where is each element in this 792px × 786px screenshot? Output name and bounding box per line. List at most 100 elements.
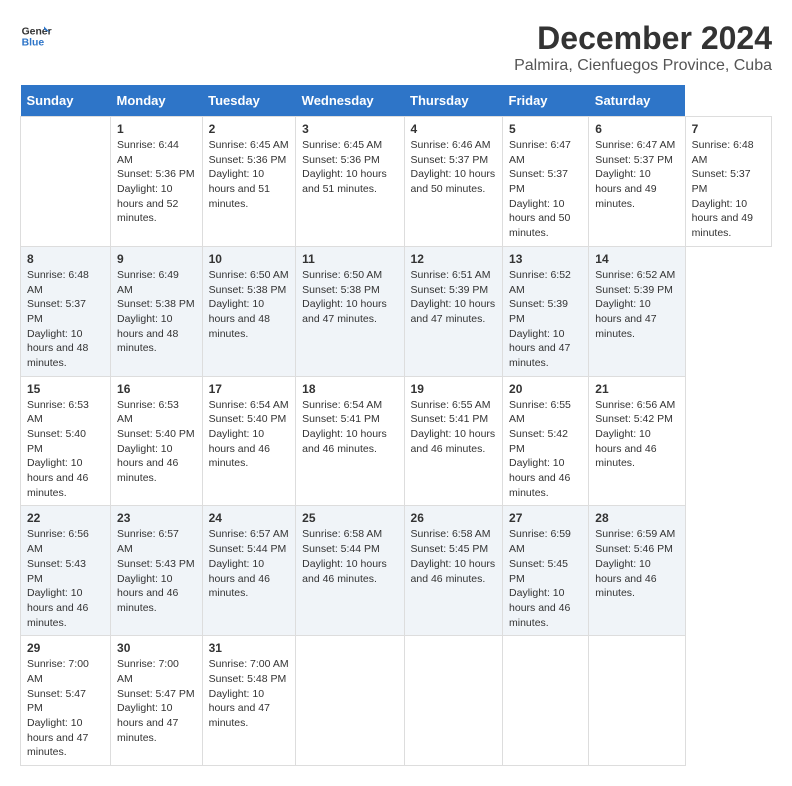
day-content: Sunrise: 6:50 AMSunset: 5:38 PMDaylight:… <box>302 269 387 325</box>
day-cell: 21 Sunrise: 6:56 AMSunset: 5:42 PMDaylig… <box>589 376 685 506</box>
main-title: December 2024 <box>514 20 772 57</box>
week-row-3: 15 Sunrise: 6:53 AMSunset: 5:40 PMDaylig… <box>21 376 772 506</box>
subtitle: Palmira, Cienfuegos Province, Cuba <box>514 57 772 75</box>
day-content: Sunrise: 7:00 AMSunset: 5:47 PMDaylight:… <box>27 658 89 758</box>
day-cell <box>503 636 589 766</box>
day-cell: 25 Sunrise: 6:58 AMSunset: 5:44 PMDaylig… <box>296 506 404 636</box>
day-content: Sunrise: 6:47 AMSunset: 5:37 PMDaylight:… <box>595 139 675 210</box>
week-row-5: 29 Sunrise: 7:00 AMSunset: 5:47 PMDaylig… <box>21 636 772 766</box>
day-content: Sunrise: 6:47 AMSunset: 5:37 PMDaylight:… <box>509 139 571 239</box>
day-cell <box>404 636 502 766</box>
day-cell: 26 Sunrise: 6:58 AMSunset: 5:45 PMDaylig… <box>404 506 502 636</box>
day-content: Sunrise: 6:44 AMSunset: 5:36 PMDaylight:… <box>117 139 195 224</box>
day-content: Sunrise: 6:55 AMSunset: 5:42 PMDaylight:… <box>509 399 571 499</box>
day-cell: 24 Sunrise: 6:57 AMSunset: 5:44 PMDaylig… <box>202 506 296 636</box>
week-row-1: 1 Sunrise: 6:44 AMSunset: 5:36 PMDayligh… <box>21 117 772 247</box>
day-number: 13 <box>509 252 582 266</box>
day-number: 21 <box>595 382 678 396</box>
column-header-friday: Friday <box>503 85 589 117</box>
day-cell: 18 Sunrise: 6:54 AMSunset: 5:41 PMDaylig… <box>296 376 404 506</box>
week-row-4: 22 Sunrise: 6:56 AMSunset: 5:43 PMDaylig… <box>21 506 772 636</box>
day-content: Sunrise: 6:52 AMSunset: 5:39 PMDaylight:… <box>595 269 675 340</box>
day-cell: 20 Sunrise: 6:55 AMSunset: 5:42 PMDaylig… <box>503 376 589 506</box>
day-number: 14 <box>595 252 678 266</box>
day-cell: 19 Sunrise: 6:55 AMSunset: 5:41 PMDaylig… <box>404 376 502 506</box>
column-header-wednesday: Wednesday <box>296 85 404 117</box>
day-number: 6 <box>595 122 678 136</box>
day-content: Sunrise: 6:51 AMSunset: 5:39 PMDaylight:… <box>411 269 496 325</box>
day-number: 27 <box>509 511 582 525</box>
day-number: 5 <box>509 122 582 136</box>
day-number: 3 <box>302 122 397 136</box>
svg-text:Blue: Blue <box>22 38 45 49</box>
column-header-sunday: Sunday <box>21 85 111 117</box>
day-cell: 14 Sunrise: 6:52 AMSunset: 5:39 PMDaylig… <box>589 246 685 376</box>
day-number: 17 <box>209 382 290 396</box>
day-cell: 23 Sunrise: 6:57 AMSunset: 5:43 PMDaylig… <box>111 506 203 636</box>
day-cell: 10 Sunrise: 6:50 AMSunset: 5:38 PMDaylig… <box>202 246 296 376</box>
day-content: Sunrise: 6:58 AMSunset: 5:45 PMDaylight:… <box>411 528 496 584</box>
day-cell: 8 Sunrise: 6:48 AMSunset: 5:37 PMDayligh… <box>21 246 111 376</box>
calendar-table: SundayMondayTuesdayWednesdayThursdayFrid… <box>20 85 772 766</box>
day-content: Sunrise: 6:49 AMSunset: 5:38 PMDaylight:… <box>117 269 195 354</box>
day-content: Sunrise: 7:00 AMSunset: 5:47 PMDaylight:… <box>117 658 195 743</box>
day-number: 30 <box>117 641 196 655</box>
day-number: 11 <box>302 252 397 266</box>
column-header-monday: Monday <box>111 85 203 117</box>
day-cell: 7 Sunrise: 6:48 AMSunset: 5:37 PMDayligh… <box>685 117 771 247</box>
day-content: Sunrise: 6:57 AMSunset: 5:44 PMDaylight:… <box>209 528 289 599</box>
day-cell: 9 Sunrise: 6:49 AMSunset: 5:38 PMDayligh… <box>111 246 203 376</box>
day-number: 31 <box>209 641 290 655</box>
day-cell: 31 Sunrise: 7:00 AMSunset: 5:48 PMDaylig… <box>202 636 296 766</box>
day-number: 28 <box>595 511 678 525</box>
day-number: 24 <box>209 511 290 525</box>
day-content: Sunrise: 6:59 AMSunset: 5:46 PMDaylight:… <box>595 528 675 599</box>
day-number: 4 <box>411 122 496 136</box>
day-cell <box>296 636 404 766</box>
day-cell: 12 Sunrise: 6:51 AMSunset: 5:39 PMDaylig… <box>404 246 502 376</box>
day-number: 25 <box>302 511 397 525</box>
title-block: December 2024 Palmira, Cienfuegos Provin… <box>514 20 772 75</box>
column-header-thursday: Thursday <box>404 85 502 117</box>
day-number: 1 <box>117 122 196 136</box>
day-number: 20 <box>509 382 582 396</box>
day-number: 8 <box>27 252 104 266</box>
day-number: 26 <box>411 511 496 525</box>
column-header-saturday: Saturday <box>589 85 685 117</box>
logo-icon: General Blue <box>20 20 52 52</box>
day-content: Sunrise: 6:54 AMSunset: 5:40 PMDaylight:… <box>209 399 289 470</box>
day-content: Sunrise: 6:46 AMSunset: 5:37 PMDaylight:… <box>411 139 496 195</box>
day-cell: 28 Sunrise: 6:59 AMSunset: 5:46 PMDaylig… <box>589 506 685 636</box>
week-row-2: 8 Sunrise: 6:48 AMSunset: 5:37 PMDayligh… <box>21 246 772 376</box>
day-number: 2 <box>209 122 290 136</box>
day-cell <box>21 117 111 247</box>
day-content: Sunrise: 6:45 AMSunset: 5:36 PMDaylight:… <box>209 139 289 210</box>
day-number: 7 <box>692 122 765 136</box>
day-content: Sunrise: 6:48 AMSunset: 5:37 PMDaylight:… <box>692 139 754 239</box>
day-cell: 3 Sunrise: 6:45 AMSunset: 5:36 PMDayligh… <box>296 117 404 247</box>
day-cell: 5 Sunrise: 6:47 AMSunset: 5:37 PMDayligh… <box>503 117 589 247</box>
logo: General Blue <box>20 20 52 52</box>
day-cell <box>589 636 685 766</box>
day-number: 22 <box>27 511 104 525</box>
day-content: Sunrise: 6:53 AMSunset: 5:40 PMDaylight:… <box>117 399 195 484</box>
svg-text:General: General <box>22 26 52 37</box>
day-cell: 22 Sunrise: 6:56 AMSunset: 5:43 PMDaylig… <box>21 506 111 636</box>
day-cell: 27 Sunrise: 6:59 AMSunset: 5:45 PMDaylig… <box>503 506 589 636</box>
day-content: Sunrise: 6:48 AMSunset: 5:37 PMDaylight:… <box>27 269 89 369</box>
day-cell: 4 Sunrise: 6:46 AMSunset: 5:37 PMDayligh… <box>404 117 502 247</box>
day-content: Sunrise: 6:50 AMSunset: 5:38 PMDaylight:… <box>209 269 289 340</box>
day-content: Sunrise: 6:45 AMSunset: 5:36 PMDaylight:… <box>302 139 387 195</box>
day-number: 10 <box>209 252 290 266</box>
day-cell: 16 Sunrise: 6:53 AMSunset: 5:40 PMDaylig… <box>111 376 203 506</box>
day-cell: 17 Sunrise: 6:54 AMSunset: 5:40 PMDaylig… <box>202 376 296 506</box>
day-content: Sunrise: 6:59 AMSunset: 5:45 PMDaylight:… <box>509 528 571 628</box>
header-section: General Blue December 2024 Palmira, Cien… <box>20 20 772 75</box>
day-cell: 30 Sunrise: 7:00 AMSunset: 5:47 PMDaylig… <box>111 636 203 766</box>
day-cell: 29 Sunrise: 7:00 AMSunset: 5:47 PMDaylig… <box>21 636 111 766</box>
day-number: 29 <box>27 641 104 655</box>
day-content: Sunrise: 7:00 AMSunset: 5:48 PMDaylight:… <box>209 658 289 729</box>
day-content: Sunrise: 6:53 AMSunset: 5:40 PMDaylight:… <box>27 399 89 499</box>
day-cell: 15 Sunrise: 6:53 AMSunset: 5:40 PMDaylig… <box>21 376 111 506</box>
day-content: Sunrise: 6:57 AMSunset: 5:43 PMDaylight:… <box>117 528 195 613</box>
